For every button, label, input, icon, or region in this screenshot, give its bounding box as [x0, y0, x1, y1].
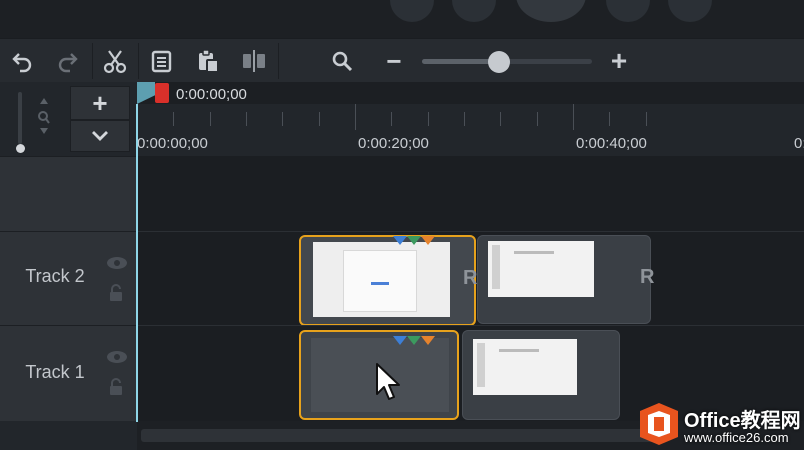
clip-thumbnail [488, 241, 594, 297]
undo-icon [12, 53, 32, 73]
clip-edge-letter: R [640, 266, 655, 288]
expand-tracks-button[interactable] [70, 120, 130, 152]
ruler-tick [282, 112, 283, 126]
bottom-left-corner [0, 421, 137, 450]
timeline-ruler[interactable]: 0:00:00;00 0:00:00;00 0:00:20;00 0:00:40… [137, 82, 804, 156]
step-forward-button[interactable] [606, 0, 650, 22]
ruler-tick [609, 112, 610, 126]
ruler-tick [428, 112, 429, 126]
ruler-label: 0:00:40;00 [576, 135, 647, 152]
ruler-tick [646, 112, 647, 126]
empty-track-lane [137, 156, 804, 231]
next-button[interactable] [668, 0, 712, 22]
ruler-tick [210, 112, 211, 126]
step-back-button[interactable] [452, 0, 496, 22]
scissors-icon [103, 50, 127, 74]
ruler-tick [537, 112, 538, 126]
ruler-label: 0: [794, 135, 804, 152]
ruler-tick [391, 112, 392, 126]
track-1-clip-2[interactable] [462, 330, 620, 420]
zoom-slider-thumb[interactable] [488, 51, 510, 73]
zoom-out-button[interactable]: − [372, 39, 416, 83]
paste-icon [199, 49, 219, 73]
clip-markers [393, 336, 435, 345]
track-1-header[interactable]: Track 1 [0, 325, 137, 422]
copy-button[interactable] [140, 39, 184, 83]
cut-button[interactable] [93, 39, 137, 83]
watermark-url: www.office26.com [684, 430, 789, 445]
redo-icon [58, 53, 78, 73]
zoom-search-button[interactable] [320, 39, 364, 83]
add-track-button[interactable]: + [70, 86, 130, 120]
empty-track-header [0, 156, 137, 232]
copy-icon [151, 50, 172, 73]
marker-green [407, 236, 421, 245]
zoom-in-button[interactable]: + [597, 39, 641, 83]
timeline-toolbar: − + [0, 38, 804, 83]
zoom-slider[interactable] [422, 51, 592, 73]
vertical-zoom-icon [38, 98, 50, 134]
track-height-thumb[interactable] [16, 144, 25, 153]
track-name: Track 1 [25, 362, 85, 382]
play-icon [516, 0, 586, 22]
office-logo-icon [640, 403, 678, 445]
track-2-lane[interactable]: R R [137, 231, 804, 326]
watermark-brand: Office教程网 [684, 410, 801, 432]
ruler-tick [464, 112, 465, 126]
eye-icon[interactable] [106, 350, 128, 364]
previous-button[interactable] [390, 0, 434, 22]
eye-icon[interactable] [106, 256, 128, 270]
clip-thumbnail [313, 242, 450, 317]
lock-icon[interactable] [108, 284, 124, 302]
split-button[interactable] [232, 39, 276, 83]
marker-red[interactable] [155, 83, 169, 103]
clip-edge-letter: R [463, 267, 478, 289]
clip-thumbnail [473, 339, 577, 395]
ruler-tick [173, 112, 174, 126]
marker-green [407, 336, 421, 345]
redo-button[interactable] [46, 39, 90, 83]
undo-button[interactable] [0, 39, 44, 83]
search-icon [332, 51, 353, 72]
ruler-label: 0:00:00;00 [137, 135, 208, 152]
clip-markers [393, 236, 435, 245]
paste-button[interactable] [186, 39, 230, 83]
marker-blue [393, 236, 407, 245]
play-button[interactable] [516, 0, 586, 22]
track-2-clip-1[interactable]: R [299, 235, 478, 326]
ruler-tick [246, 112, 247, 126]
marker-orange [421, 236, 435, 245]
lock-icon[interactable] [108, 378, 124, 396]
track-2-clip-2[interactable]: R [477, 235, 655, 324]
split-icon [243, 50, 265, 72]
playback-controls-strip [0, 0, 804, 38]
track-2-header[interactable]: Track 2 [0, 231, 137, 326]
ruler-tick [573, 104, 574, 130]
marker-blue [393, 336, 407, 345]
scrollbar-thumb[interactable] [141, 429, 661, 442]
track-name: Track 2 [25, 266, 85, 286]
ruler-tick [500, 112, 501, 126]
track-height-slider[interactable] [16, 92, 25, 153]
playhead-line[interactable] [136, 104, 138, 422]
watermark: Office教程网 www.office26.com [636, 398, 804, 450]
ruler-tick [355, 104, 356, 130]
mouse-cursor-icon [376, 363, 400, 400]
ruler-tick [319, 112, 320, 126]
marker-orange [421, 336, 435, 345]
chevron-down-icon [92, 131, 108, 141]
ruler-label: 0:00:20;00 [358, 135, 429, 152]
playhead-time: 0:00:00;00 [176, 86, 247, 103]
track-header-controls: + [0, 82, 137, 156]
